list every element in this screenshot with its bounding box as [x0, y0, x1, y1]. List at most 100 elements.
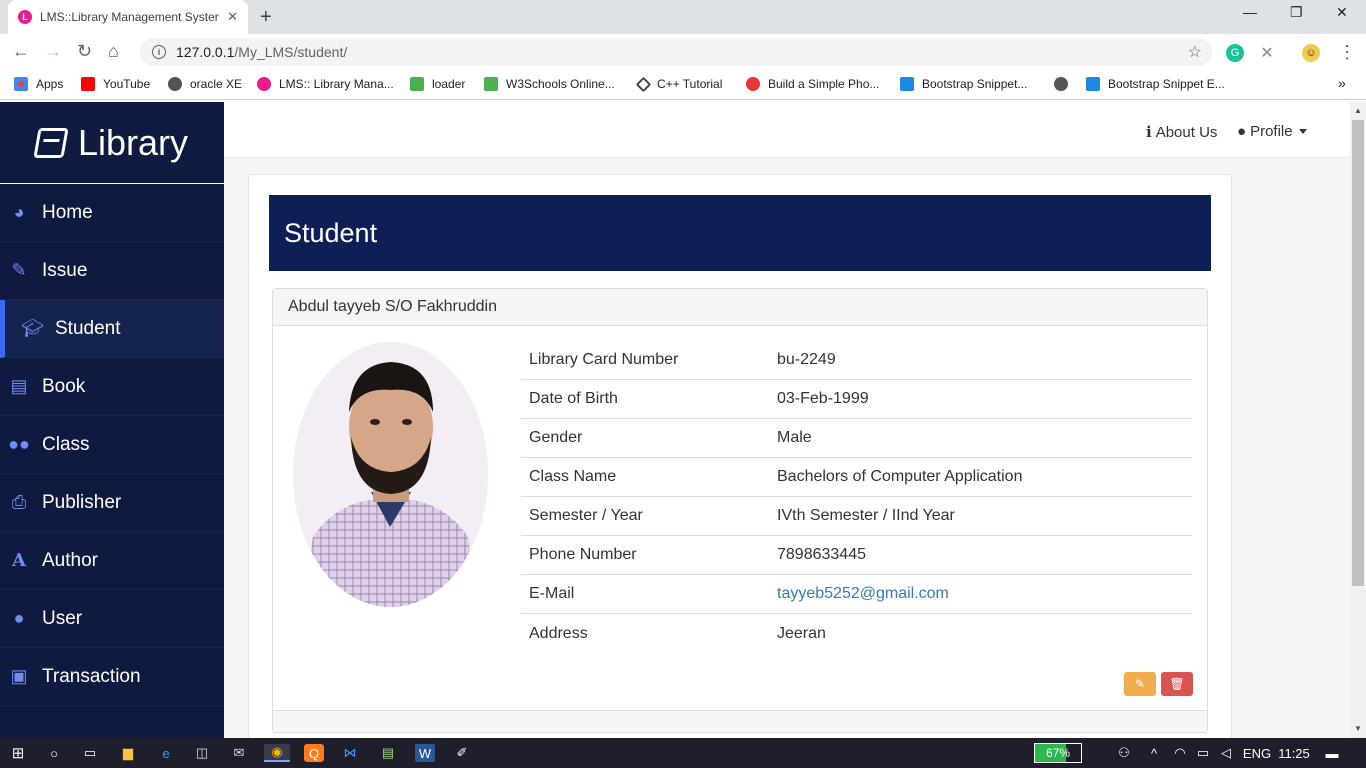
restore-icon[interactable]: ❐	[1290, 4, 1303, 21]
browser-tab[interactable]: L LMS::Library Management System ✕	[8, 0, 248, 34]
sidebar-item-user[interactable]: ● User	[0, 590, 224, 648]
store-icon[interactable]: ◫	[192, 744, 212, 762]
close-window-icon[interactable]: ✕	[1336, 4, 1348, 21]
bookmark-cpp[interactable]: C++ Tutorial	[635, 76, 722, 92]
about-us-link[interactable]: i About Us	[1146, 123, 1217, 141]
more-bookmarks-icon[interactable]: »	[1338, 75, 1346, 91]
bookmark-youtube[interactable]: YouTube	[81, 77, 150, 91]
file-explorer-icon[interactable]: ▆	[118, 744, 138, 762]
home-icon[interactable]: ⌂	[108, 41, 119, 62]
mail-icon[interactable]: ✉	[229, 744, 249, 762]
book-icon	[33, 127, 69, 158]
student-details-table: Library Card Number bu-2249 Date of Birth…	[521, 341, 1192, 653]
detail-value: 03-Feb-1999	[777, 390, 869, 407]
extension-x-icon[interactable]: ✕	[1258, 44, 1276, 62]
sidebar-item-student[interactable]: 🎓︎ Student	[0, 300, 224, 358]
globe-icon	[168, 77, 182, 91]
close-tab-icon[interactable]: ✕	[227, 9, 238, 25]
sidebar-item-label: Student	[55, 317, 121, 339]
brand[interactable]: Library	[0, 102, 224, 184]
bookmark-lms[interactable]: LMS:: Library Mana...	[257, 77, 394, 91]
search-icon[interactable]: ○	[44, 744, 64, 762]
task-view-icon[interactable]: ▭	[80, 744, 100, 762]
emoji-extension-icon[interactable]: ☺	[1302, 44, 1320, 62]
site-info-icon[interactable]: i	[152, 45, 166, 59]
clock[interactable]: 11:25	[1278, 744, 1310, 762]
detail-value: IVth Semester / IInd Year	[777, 507, 955, 524]
battery-indicator[interactable]: 67%	[1034, 743, 1082, 763]
sidebar-item-transaction[interactable]: ▣ Transaction	[0, 648, 224, 706]
delete-student-button[interactable]: 🗑︎	[1161, 672, 1193, 696]
bookmark-w3schools[interactable]: W3Schools Online...	[484, 77, 615, 91]
bookmark-oracle[interactable]: oracle XE	[168, 77, 242, 91]
scrollbar-thumb[interactable]	[1352, 120, 1364, 586]
q-app-icon[interactable]: Q	[304, 744, 324, 762]
people-icon[interactable]: ⚇	[1114, 744, 1134, 762]
windows-start-icon[interactable]: ⊞	[8, 744, 28, 762]
volume-icon[interactable]: ◁	[1216, 744, 1236, 762]
bookmark-label: Apps	[36, 77, 64, 91]
bookmark-star-icon[interactable]: ☆	[1188, 42, 1202, 62]
notepad-icon[interactable]: ▤	[378, 744, 398, 762]
bookmark-loader[interactable]: loader	[410, 77, 465, 91]
paint-icon[interactable]: ✐	[452, 744, 472, 762]
language-indicator[interactable]: ENG	[1242, 744, 1272, 762]
table-row: Class Name Bachelors of Computer Applicat…	[521, 458, 1192, 497]
edge-icon[interactable]: e	[156, 744, 176, 762]
reload-icon[interactable]: ↻	[77, 41, 92, 62]
show-hidden-icons[interactable]: ^	[1144, 744, 1164, 762]
scroll-down-icon[interactable]: ▼	[1354, 724, 1362, 733]
minimize-icon[interactable]: —	[1243, 4, 1257, 20]
notifications-icon[interactable]: ▬	[1322, 744, 1342, 762]
browser-menu-icon[interactable]: ⋮	[1338, 42, 1356, 63]
caret-down-icon	[1298, 129, 1307, 134]
student-name: Abdul tayyeb S/O Fakhruddin	[273, 289, 1207, 326]
detail-key: Semester / Year	[529, 507, 643, 524]
bookmark-apps[interactable]: Apps	[14, 77, 63, 91]
bootstrap-icon	[900, 77, 914, 91]
word-icon[interactable]: W	[415, 744, 435, 762]
grammarly-extension-icon[interactable]: G	[1226, 44, 1244, 62]
sidebar-item-label: Issue	[42, 259, 88, 281]
address-bar[interactable]: i 127.0.0.1/My_LMS/student/ ☆	[140, 38, 1212, 66]
battery-icon[interactable]: ▭	[1193, 744, 1213, 762]
url-host: 127.0.0.1	[176, 44, 235, 60]
bookmark-label: Bootstrap Snippet...	[922, 77, 1028, 91]
tab-title: LMS::Library Management System	[40, 10, 220, 24]
sidebar-item-label: Book	[42, 375, 86, 397]
table-row: Semester / Year IVth Semester / IInd Year	[521, 497, 1192, 536]
bookmark-globe[interactable]	[1054, 77, 1076, 91]
bookmark-label: YouTube	[103, 77, 151, 91]
edit-icon: ✎	[1134, 677, 1146, 691]
scroll-up-icon[interactable]: ▲	[1354, 106, 1362, 115]
sidebar-item-home[interactable]: ◕ Home	[0, 184, 224, 242]
back-icon[interactable]: ←	[12, 41, 30, 62]
email-link[interactable]: tayyeb5252@gmail.com	[777, 585, 1192, 603]
detail-value: 7898633445	[777, 546, 866, 563]
font-icon: A	[12, 550, 26, 571]
forward-icon[interactable]: →	[44, 41, 62, 62]
bookmark-label: Bootstrap Snippet E...	[1108, 77, 1225, 91]
edit-student-button[interactable]: ✎	[1124, 672, 1156, 696]
sidebar-item-issue[interactable]: ✎ Issue	[0, 242, 224, 300]
wifi-icon[interactable]: ◠	[1170, 744, 1190, 762]
table-row: E-Mail tayyeb5252@gmail.com	[521, 575, 1192, 614]
sidebar-item-label: Class	[42, 433, 90, 455]
detail-key: Address	[529, 624, 588, 642]
sidebar-item-author[interactable]: A Author	[0, 532, 224, 590]
bookmark-bootstrap-2[interactable]: Bootstrap Snippet E...	[1086, 77, 1225, 91]
bookmark-label: loader	[432, 77, 466, 91]
profile-dropdown[interactable]: ● Profile	[1237, 123, 1307, 140]
bookmark-build-phone[interactable]: Build a Simple Pho...	[746, 77, 879, 91]
sidebar-item-class[interactable]: ●● Class	[0, 416, 224, 474]
new-tab-icon[interactable]: +	[260, 6, 272, 29]
detail-value: Bachelors of Computer Application	[777, 468, 1023, 485]
page-scrollbar[interactable]: ▲ ▼	[1350, 102, 1366, 738]
chrome-icon[interactable]: ◉	[264, 744, 290, 762]
vscode-icon[interactable]: ⋈	[340, 744, 360, 762]
sidebar-item-book[interactable]: ▤ Book	[0, 358, 224, 416]
detail-key: Class Name	[529, 468, 617, 485]
sidebar-item-publisher[interactable]: ⎙ Publisher	[0, 474, 224, 532]
table-row: Gender Male	[521, 419, 1192, 458]
bookmark-bootstrap-1[interactable]: Bootstrap Snippet...	[900, 77, 1027, 91]
